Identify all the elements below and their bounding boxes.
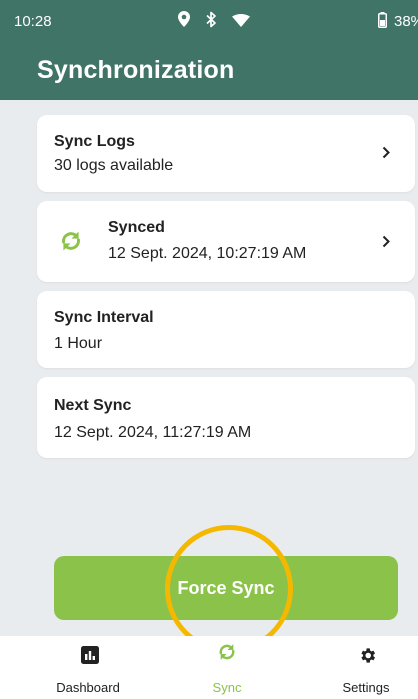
nav-label-dashboard: Dashboard [56, 680, 120, 695]
sync-interval-card: Sync Interval 1 Hour [37, 291, 415, 368]
page-title: Synchronization [37, 56, 235, 84]
sync-status-title: Synced [108, 219, 165, 236]
next-sync-time: 12 Sept. 2024, 11:27:19 AM [54, 424, 252, 441]
sync-icon [219, 644, 235, 660]
nav-item-settings[interactable]: Settings [318, 636, 418, 699]
sync-logs-count: 30 logs available [54, 157, 174, 174]
battery-percent: 38% [394, 13, 418, 30]
bluetooth-icon [206, 11, 216, 28]
bar-chart-icon [81, 646, 99, 664]
sync-interval-value: 1 Hour [54, 335, 103, 352]
nav-item-dashboard[interactable]: Dashboard [40, 636, 140, 699]
app-header: 10:28 38% Synchronization [0, 0, 418, 100]
chevron-right-icon [382, 146, 390, 159]
nav-label-settings: Settings [342, 680, 390, 695]
sync-logs-title: Sync Logs [54, 133, 135, 150]
sync-status-card[interactable]: Synced 12 Sept. 2024, 10:27:19 AM [37, 201, 415, 282]
sync-icon [62, 231, 80, 251]
status-bar: 10:28 38% [0, 0, 418, 40]
gear-icon [361, 648, 376, 663]
last-synced-time: 12 Sept. 2024, 10:27:19 AM [108, 245, 307, 262]
location-icon [178, 11, 190, 27]
next-sync-card: Next Sync 12 Sept. 2024, 11:27:19 AM [37, 377, 415, 458]
bottom-nav: Dashboard Sync Settings [0, 636, 418, 699]
nav-label-sync: Sync [212, 680, 242, 695]
sync-interval-title: Sync Interval [54, 309, 154, 326]
battery-icon [378, 12, 387, 28]
status-time: 10:28 [14, 13, 52, 30]
chevron-right-icon [382, 235, 390, 248]
sync-logs-card[interactable]: Sync Logs 30 logs available [37, 115, 415, 192]
next-sync-title: Next Sync [54, 397, 132, 414]
force-sync-button[interactable]: Force Sync [54, 556, 398, 620]
wifi-icon [232, 14, 250, 27]
nav-item-sync[interactable]: Sync [177, 636, 277, 699]
